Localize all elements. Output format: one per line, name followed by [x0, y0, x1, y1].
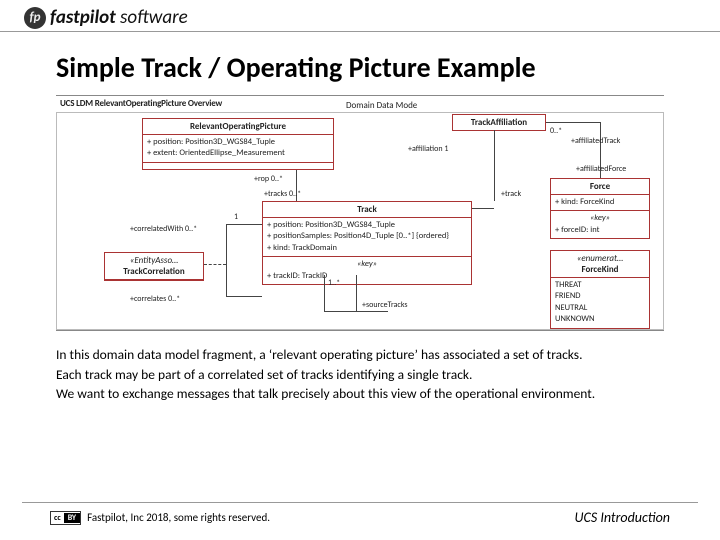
class-trackcorrelation: «EntityAsso… TrackCorrelation — [104, 252, 204, 281]
brand-icon: fp — [24, 7, 46, 29]
slide-label: UCS Introduction — [575, 509, 670, 526]
class-track: Track + position: Position3D_WGS84_Tuple… — [262, 201, 472, 285]
brand-text: fastpilot software — [50, 6, 188, 29]
class-force: Force + kind: ForceKind «key» + forceID:… — [550, 178, 650, 239]
desc-line-3: We want to exchange messages that talk p… — [56, 384, 664, 404]
uml-diagram: UCS LDM RelevantOperatingPicture Overvie… — [56, 95, 664, 331]
cc-license-icon: cc BY — [50, 511, 81, 525]
logo-bar: fp fastpilot software — [0, 0, 720, 32]
diagram-title: UCS LDM RelevantOperatingPicture Overvie… — [60, 98, 222, 109]
diagram-caption: Domain Data Mode — [346, 100, 417, 111]
copyright-text: Fastpilot, Inc 2018, some rights reserve… — [87, 511, 270, 524]
description: In this domain data model fragment, a ‘r… — [56, 345, 664, 404]
desc-line-2: Each track may be part of a correlated s… — [56, 365, 664, 385]
class-trackaffiliation: TrackAffiliation — [452, 114, 546, 131]
enum-forcekind: «enumerat… ForceKind THREAT FRIEND NEUTR… — [550, 250, 650, 329]
footer: cc BY Fastpilot, Inc 2018, some rights r… — [22, 502, 698, 526]
desc-line-1: In this domain data model fragment, a ‘r… — [56, 345, 664, 365]
class-rop: RelevantOperatingPicture + position: Pos… — [142, 118, 334, 170]
page-title: Simple Track / Operating Picture Example — [0, 32, 720, 95]
